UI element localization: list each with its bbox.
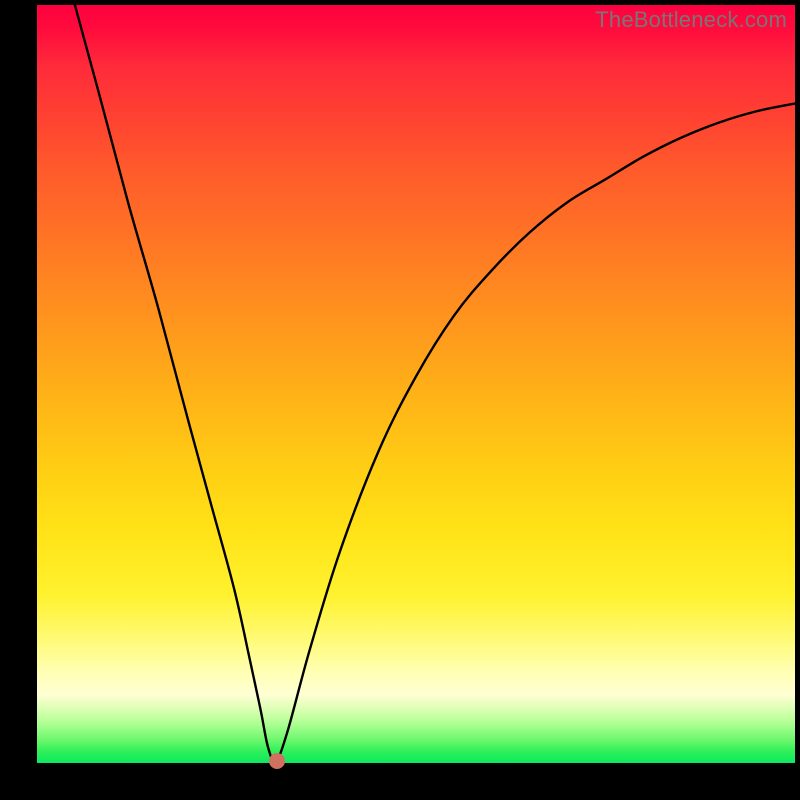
plot-area: TheBottleneck.com — [37, 5, 795, 763]
chart-canvas: TheBottleneck.com — [0, 0, 800, 800]
bottleneck-curve — [37, 5, 795, 763]
optimum-marker — [269, 753, 285, 769]
